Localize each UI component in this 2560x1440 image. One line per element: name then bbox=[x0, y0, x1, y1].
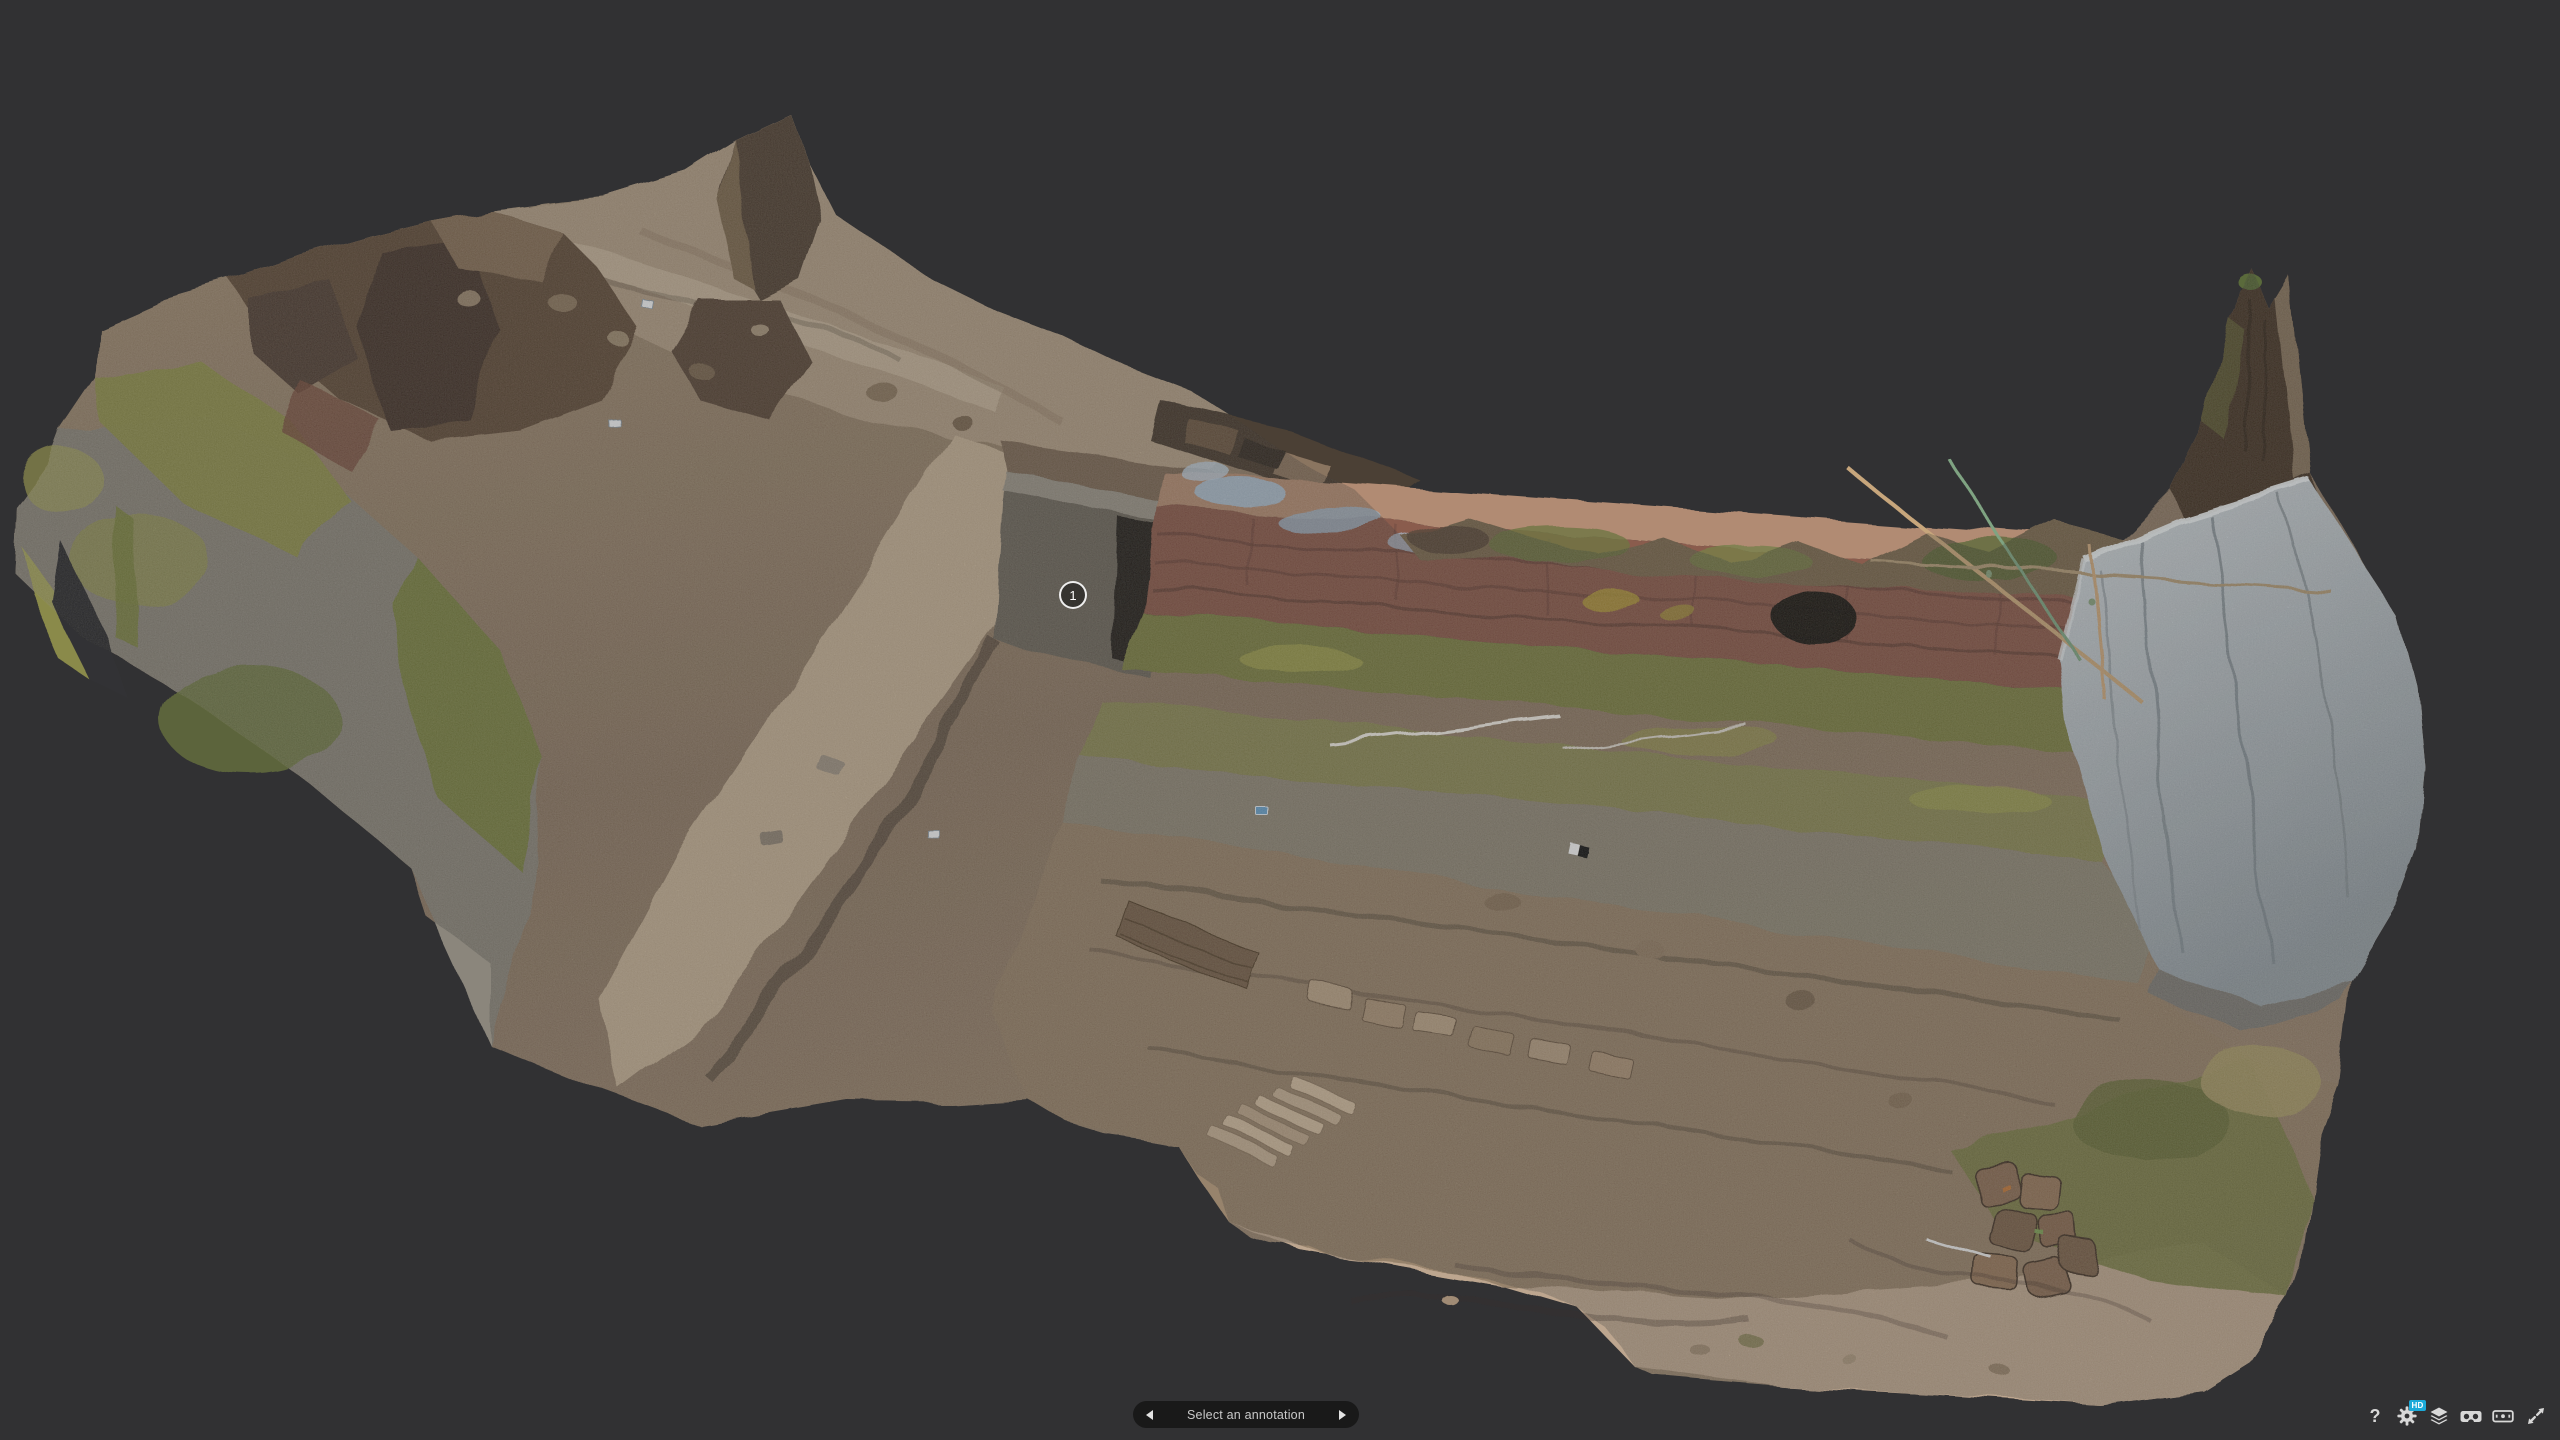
viewer-stage: 1 Select an annotation ? HD bbox=[0, 0, 2560, 1440]
hd-badge: HD bbox=[2409, 1400, 2426, 1411]
cardboard-vr-button[interactable] bbox=[2489, 1402, 2517, 1430]
fullscreen-icon bbox=[2524, 1404, 2548, 1428]
terrain-3d-model bbox=[13, 114, 2425, 1405]
chevron-left-icon[interactable] bbox=[1146, 1410, 1153, 1420]
vr-button[interactable] bbox=[2457, 1402, 2485, 1430]
annotation-pager[interactable]: Select an annotation bbox=[1133, 1401, 1359, 1428]
chevron-right-icon[interactable] bbox=[1339, 1410, 1346, 1420]
fullscreen-button[interactable] bbox=[2522, 1402, 2550, 1430]
annotation-marker-1[interactable]: 1 bbox=[1059, 581, 1087, 609]
annotation-pager-label: Select an annotation bbox=[1187, 1408, 1305, 1422]
annotation-number: 1 bbox=[1069, 588, 1076, 603]
layers-icon bbox=[2427, 1404, 2451, 1428]
cardboard-vr-icon bbox=[2491, 1404, 2515, 1428]
model-viewport[interactable] bbox=[0, 0, 2560, 1440]
help-button[interactable]: ? bbox=[2361, 1402, 2389, 1430]
vr-glasses-icon bbox=[2459, 1404, 2483, 1428]
help-icon: ? bbox=[2370, 1407, 2381, 1425]
model-inspector-button[interactable] bbox=[2425, 1402, 2453, 1430]
